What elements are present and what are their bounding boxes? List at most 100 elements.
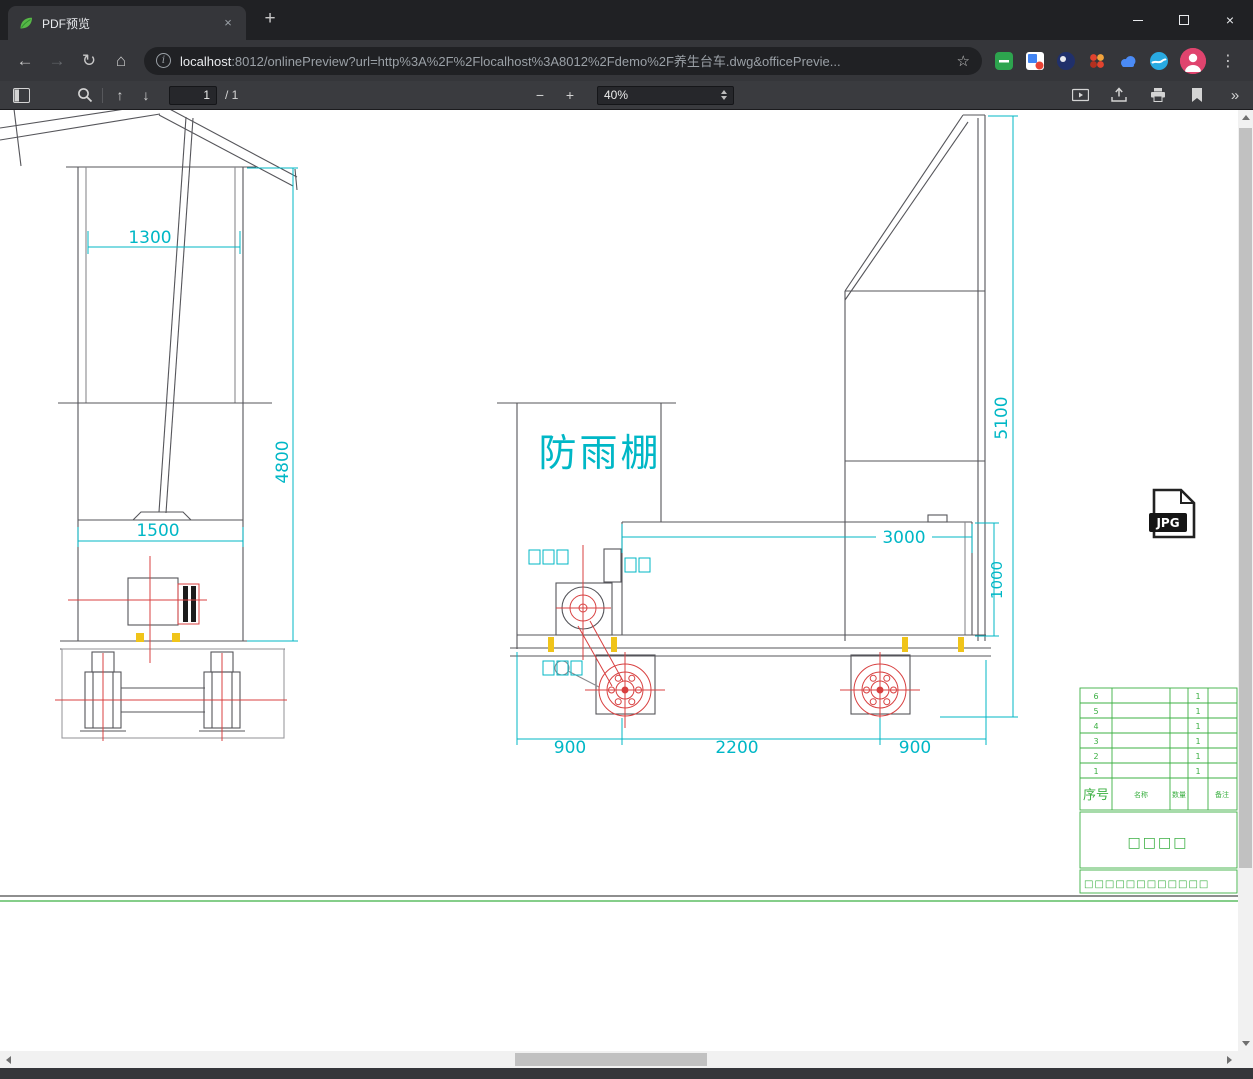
row-qty: 1 [1195,692,1200,701]
zoom-out-button[interactable]: − [527,83,553,107]
row-qty: 1 [1195,752,1200,761]
col-name-label: 名称 [1134,790,1148,799]
row-qty: 1 [1195,707,1200,716]
page-up-icon[interactable]: ↑ [107,83,133,107]
bookmark-icon[interactable] [1184,83,1210,107]
zoom-value: 40% [604,88,629,102]
dim-900-left: 900 [554,738,586,758]
side-view-red-details [556,545,920,728]
zoom-select[interactable]: 40% [597,85,734,105]
tab-title: PDF预览 [42,16,91,31]
browser-window: PDF预览 × + × ← → ↻ ⌂ i localhost:8012/onl… [0,0,1253,1079]
cad-drawing: 1300 1500 4800 防雨棚 3000 1000 5100 900 22… [0,110,1238,902]
toolbar-divider [102,87,103,103]
profile-avatar[interactable] [1180,47,1206,74]
scroll-up-arrow[interactable] [1238,110,1253,125]
extension-icon-1[interactable] [994,51,1014,71]
title-block-footer: □□□□□□□□□□□□ [1084,879,1209,890]
front-view-dimension-lines [77,167,298,642]
row-no: 3 [1093,737,1098,746]
dim-4800: 4800 [273,440,293,483]
tab-close-icon[interactable]: × [220,15,236,31]
vertical-scrollbar-thumb[interactable] [1239,128,1252,868]
url-host: localhost [180,54,232,69]
zoom-in-button[interactable]: + [557,83,583,107]
window-controls: × [1115,0,1253,40]
page-down-icon[interactable]: ↓ [133,83,159,107]
title-block-title: □□□□ [1128,835,1189,851]
pdf-toolbar-left: ↑ ↓ / 1 [8,81,238,109]
front-view-dimension-text: 1300 1500 4800 [128,228,293,541]
minimize-button[interactable] [1115,0,1161,40]
kkfileview-leaf-favicon [20,17,32,29]
page-info-icon[interactable]: i [156,53,171,68]
search-icon[interactable] [72,83,98,107]
tab-strip: PDF预览 × + × [0,0,1253,40]
extension-icon-5[interactable] [1118,51,1138,71]
row-no: 4 [1093,722,1098,731]
address-toolbar: ← → ↻ ⌂ i localhost:8012/onlinePreview?u… [0,40,1253,81]
browser-tab[interactable]: PDF预览 × [8,6,246,40]
home-button[interactable]: ⌂ [106,46,136,76]
print-icon[interactable] [1145,83,1171,107]
page-count-label: / 1 [225,88,239,102]
scrollbar-corner [1238,1051,1253,1068]
dim-2200: 2200 [715,738,758,758]
row-no: 2 [1093,752,1098,761]
row-no: 6 [1093,692,1098,701]
page-number-input[interactable] [169,85,217,105]
extension-icon-6[interactable] [1149,51,1169,71]
back-button[interactable]: ← [10,46,40,76]
front-view-solids [183,586,196,622]
url-rest: :8012/onlinePreview?url=http%3A%2F%2Floc… [231,54,841,69]
extension-icon-2[interactable] [1025,51,1045,71]
presentation-mode-icon[interactable] [1067,83,1093,107]
row-no: 5 [1093,707,1098,716]
title-block-text: 6 5 4 3 2 1 1 1 1 1 1 1 序号 名称 数量 备注 □□□□… [1083,692,1229,890]
close-button[interactable]: × [1207,0,1253,40]
side-view-geometry [497,114,991,715]
side-view-clamps [548,637,964,652]
dim-1000: 1000 [988,561,1006,599]
canopy-label: 防雨棚 [538,431,661,475]
sidebar-toggle-icon[interactable] [8,83,34,107]
new-tab-button[interactable]: + [256,6,284,34]
scroll-down-arrow[interactable] [1238,1036,1253,1051]
forward-button[interactable]: → [42,46,72,76]
dim-5100: 5100 [992,396,1012,439]
pdf-toolbar-zoom: − + 40% [527,81,734,109]
url-text: localhost:8012/onlinePreview?url=http%3A… [180,51,949,70]
address-bar[interactable]: i localhost:8012/onlinePreview?url=http%… [144,46,982,75]
row-qty: 1 [1195,722,1200,731]
extension-icon-3[interactable] [1056,51,1076,71]
pdf-toolbar-right: » [1067,81,1247,109]
dim-3000: 3000 [882,528,925,548]
col-qty-label: 数量 [1172,790,1186,799]
scroll-right-arrow[interactable] [1221,1051,1238,1068]
maximize-button[interactable] [1161,0,1207,40]
horizontal-scrollbar-thumb[interactable] [515,1053,707,1066]
toolbar-more-icon[interactable]: » [1223,87,1247,104]
reload-button[interactable]: ↻ [74,46,104,76]
bookmark-star-icon[interactable]: ☆ [957,52,970,70]
extension-icon-4[interactable] [1087,51,1107,71]
extensions-area: ⋮ [994,47,1239,74]
col-note-label: 备注 [1215,790,1229,799]
side-view-dimension-text: 防雨棚 3000 1000 5100 900 2200 900 [538,396,1012,758]
pdf-page: 1300 1500 4800 防雨棚 3000 1000 5100 900 22… [0,110,1238,1051]
jpg-file-icon: JPG [1149,488,1196,539]
browser-menu-icon[interactable]: ⋮ [1217,51,1239,71]
row-qty: 1 [1195,737,1200,746]
zoom-spinner-icon [721,90,727,100]
pdf-toolbar: ↑ ↓ / 1 − + 40% » [0,81,1253,110]
jpg-badge-text: JPG [1155,516,1179,530]
dim-1500: 1500 [136,521,179,541]
dim-1300: 1300 [128,228,171,248]
open-file-icon[interactable] [1106,83,1132,107]
vertical-scrollbar[interactable] [1238,110,1253,1051]
dim-900-right: 900 [899,738,931,758]
row-qty: 1 [1195,767,1200,776]
front-view-geometry [0,110,298,739]
horizontal-scrollbar[interactable] [0,1051,1238,1068]
scroll-left-arrow[interactable] [0,1051,17,1068]
